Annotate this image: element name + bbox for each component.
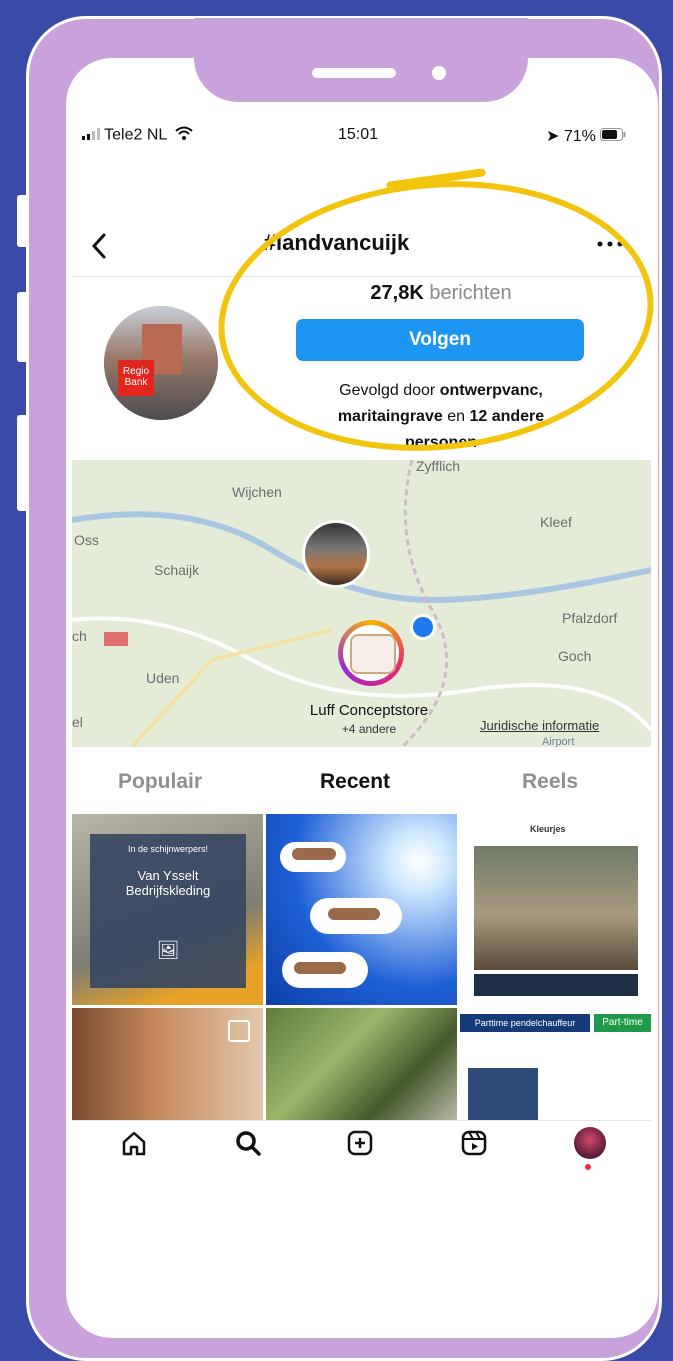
battery-icon — [600, 127, 626, 146]
status-time: 15:01 — [338, 126, 379, 143]
post1-title2: Bedrijfskleding — [125, 883, 211, 898]
plus-square-icon — [347, 1130, 373, 1156]
grid-post-3[interactable]: Kleurjes — [460, 814, 651, 1005]
post6-title: Parttime pendelchauffeur — [460, 1014, 590, 1032]
location-map[interactable]: Wijchen Oss Schaijk Zyfflich Kleef Pfalz… — [72, 460, 651, 747]
post6-truck — [468, 1068, 538, 1120]
map-label-pfalzdorf: Pfalzdorf — [562, 610, 618, 626]
grid-post-5[interactable] — [266, 1008, 457, 1120]
profile-button[interactable] — [572, 1125, 608, 1161]
speaker — [312, 68, 396, 78]
status-carrier: Tele2 NL — [82, 126, 193, 145]
battery-label: 71% — [563, 128, 596, 145]
map-label-ch: ch — [72, 628, 87, 644]
legal-link[interactable]: Juridische informatie — [480, 718, 599, 733]
map-label-uden: Uden — [146, 670, 180, 686]
reels-button[interactable] — [456, 1125, 492, 1161]
camera — [432, 66, 446, 80]
map-label-wijchen: Wijchen — [232, 484, 282, 500]
nav-divider — [72, 1120, 651, 1121]
sandal-image — [294, 962, 346, 974]
map-label-schaijk: Schaijk — [154, 562, 200, 578]
grid-post-4[interactable] — [72, 1008, 263, 1120]
status-battery: ➤ 71% — [546, 126, 626, 146]
profile-avatar — [574, 1127, 606, 1159]
map-label-kleef: Kleef — [540, 514, 572, 530]
post3-photo — [474, 846, 638, 970]
airport-label: Airport — [542, 736, 575, 747]
reels-icon — [461, 1130, 487, 1156]
location-arrow-icon: ➤ — [546, 128, 560, 145]
create-button[interactable] — [342, 1125, 378, 1161]
map-label-zyfflich: Zyfflich — [416, 460, 461, 474]
map-place-name: Luff Conceptstore — [309, 702, 429, 719]
post1-small: In de schijnwerpers! — [127, 844, 209, 854]
wifi-icon — [175, 126, 193, 145]
grid-post-2[interactable] — [266, 814, 457, 1005]
post1-overlay: In de schijnwerpers! Van Ysselt Bedrijfs… — [90, 834, 246, 988]
image-icon: 🖼 — [156, 940, 180, 960]
sandal-image — [328, 908, 380, 920]
post6-badge: Part-time — [594, 1014, 651, 1032]
current-location-dot — [410, 614, 436, 640]
tab-reels[interactable]: Reels — [522, 770, 578, 794]
bank-sign: Regio Bank — [118, 360, 154, 396]
post3-banner — [474, 974, 638, 996]
notification-dot — [585, 1164, 591, 1170]
map-place-sub: +4 andere — [341, 722, 397, 736]
map-label-goch: Goch — [558, 648, 592, 664]
signal-icon — [82, 127, 100, 145]
search-icon — [236, 1131, 261, 1156]
sign-line1: Regio — [122, 366, 150, 377]
map-label-oss: Oss — [74, 532, 99, 548]
map-pin-story[interactable] — [338, 620, 404, 686]
phone-notch — [194, 18, 528, 102]
grid-post-1[interactable]: In de schijnwerpers! Van Ysselt Bedrijfs… — [72, 814, 263, 1005]
sign-line2: Bank — [124, 377, 148, 388]
home-button[interactable] — [116, 1125, 152, 1161]
map-pin-photo[interactable] — [302, 520, 370, 588]
post3-top: Kleurjes — [530, 824, 566, 834]
carousel-icon — [228, 1020, 250, 1042]
search-button[interactable] — [230, 1125, 266, 1161]
store-logo — [350, 634, 396, 674]
carrier-label: Tele2 NL — [104, 126, 167, 144]
grid-post-6[interactable]: Parttime pendelchauffeur Part-time — [460, 1008, 651, 1120]
hashtag-avatar[interactable]: Regio Bank — [104, 306, 218, 420]
map-label-el: el — [72, 714, 83, 730]
post1-title1: Van Ysselt — [137, 868, 199, 883]
tab-populair[interactable]: Populair — [118, 770, 202, 794]
sandal-image — [292, 848, 336, 860]
tab-recent[interactable]: Recent — [320, 770, 390, 794]
home-icon — [122, 1131, 146, 1156]
